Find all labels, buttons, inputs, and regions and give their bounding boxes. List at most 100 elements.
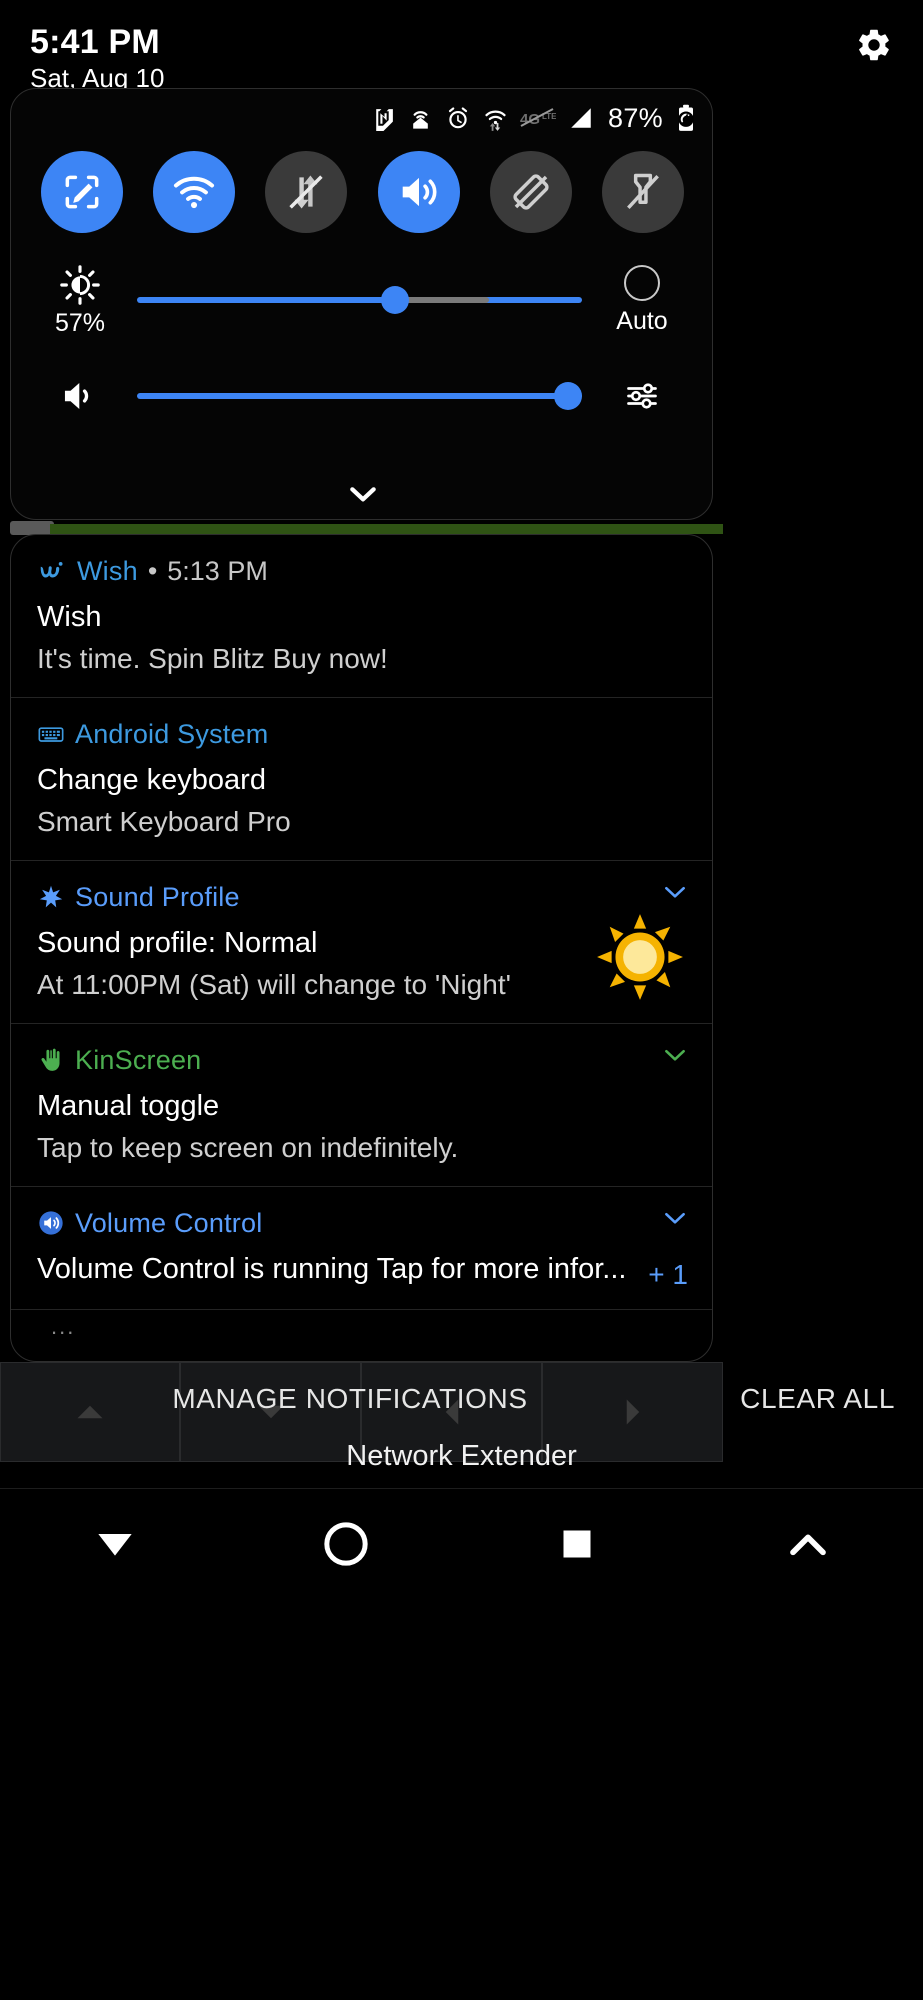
brightness-slider[interactable]: [137, 280, 582, 320]
notification-group-count[interactable]: + 1: [648, 1259, 688, 1291]
chevron-down-icon: [665, 886, 685, 898]
notification-expand-button[interactable]: [662, 1209, 688, 1232]
notification-body: At 11:00PM (Sat) will change to 'Night': [37, 969, 511, 1000]
sound-profile-star-icon: [39, 885, 63, 908]
notification-separator: •: [147, 555, 158, 586]
data-off-icon: [289, 175, 324, 209]
notification-body: Smart Keyboard Pro: [37, 806, 291, 837]
quick-settings-toggles: [11, 151, 712, 233]
notification-body: It's time. Spin Blitz Buy now!: [37, 643, 388, 674]
clear-all-button[interactable]: CLEAR ALL: [740, 1383, 895, 1415]
brightness-track-remainder: [395, 297, 489, 303]
volume-slider-row: [11, 353, 712, 439]
navigation-bar: [0, 1488, 923, 2000]
nav-recents-button[interactable]: [522, 1504, 632, 1584]
sound-toggle[interactable]: [377, 151, 460, 233]
notification-item-sound-profile[interactable]: Sound Profile Sound profile: Normal At 1…: [11, 861, 712, 1024]
notification-app-name: Volume Control: [75, 1207, 263, 1238]
wifi-icon: [174, 176, 215, 209]
brightness-icon: [60, 265, 100, 305]
chevron-down-icon: [665, 1212, 685, 1224]
shade-drag-handle[interactable]: [10, 521, 54, 535]
notification-item-android-system[interactable]: Android System Change keyboard Smart Key…: [11, 698, 712, 861]
brightness-slider-row: 57% Auto: [11, 257, 712, 343]
speaker-icon: [64, 383, 89, 409]
clock-time: 5:41 PM: [30, 23, 160, 61]
notification-app-name: Android System: [75, 718, 269, 749]
nav-home-button[interactable]: [291, 1504, 401, 1584]
notification-header: Sound Profile: [37, 879, 686, 915]
smart-home-icon: [407, 105, 434, 132]
notification-title: Change keyboard: [37, 764, 266, 796]
notification-header: KinScreen: [37, 1042, 686, 1078]
flashlight-off-icon: [626, 173, 659, 209]
brightness-track: [137, 297, 582, 303]
notification-item-wish[interactable]: Wish • 5:13 PM Wish It's time. Spin Blit…: [11, 535, 712, 698]
notification-title: Volume Control is running Tap for more i…: [37, 1253, 627, 1285]
volume-icon-group[interactable]: [37, 375, 123, 417]
alarm-icon: [445, 105, 471, 131]
notification-body: Tap to keep screen on indefinitely.: [37, 1132, 459, 1163]
chevron-down-icon: [665, 1049, 685, 1061]
notification-app-name: Sound Profile: [75, 881, 240, 912]
notification-item-kinscreen[interactable]: KinScreen Manual toggle Tap to keep scre…: [11, 1024, 712, 1187]
notification-title: Sound profile: Normal: [37, 927, 318, 959]
notification-large-icon: [594, 911, 686, 1003]
battery-percent-label: 87%: [608, 102, 663, 133]
status-clock-row: 5:41 PM Sat, Aug 10: [0, 0, 923, 100]
notification-header: Android System: [37, 716, 686, 752]
manage-notifications-button[interactable]: MANAGE NOTIFICATIONS: [0, 1383, 700, 1415]
auto-brightness-group[interactable]: Auto: [596, 264, 688, 336]
notification-app-name: KinScreen: [75, 1044, 202, 1075]
nfc-icon: [371, 106, 396, 131]
square-icon: [563, 1530, 591, 1558]
rotate-locked-icon: [513, 174, 549, 210]
volume-control-icon: [39, 1211, 63, 1235]
capture-pen-icon: [65, 175, 99, 209]
volume-slider[interactable]: [137, 376, 582, 416]
wish-logo-icon: [40, 562, 63, 578]
quick-settings-panel: 4G LTE 87% 57% Auto: [10, 88, 713, 520]
volume-settings-group[interactable]: [596, 378, 688, 414]
4g-lte-disabled-icon: 4G LTE: [520, 106, 556, 130]
sliders-icon: [627, 383, 657, 409]
notification-title: Manual toggle: [37, 1090, 220, 1122]
notification-item-volume-control[interactable]: Volume Control Volume Control is running…: [11, 1187, 712, 1310]
keyboard-icon: [38, 727, 64, 742]
chevron-up-icon: [789, 1534, 826, 1556]
notification-title: Wish: [37, 601, 102, 633]
brightness-value-label: 57%: [54, 309, 106, 337]
flashlight-toggle[interactable]: [601, 151, 684, 233]
auto-rotate-toggle[interactable]: [489, 151, 572, 233]
notification-header: Volume Control: [37, 1205, 686, 1241]
settings-gear-button[interactable]: [851, 22, 897, 68]
volume-track: [137, 393, 582, 399]
sun-icon: [597, 914, 683, 1000]
shade-overflow-indicator: ...: [51, 1314, 76, 1339]
mobile-data-toggle[interactable]: [265, 151, 348, 233]
circle-icon: [324, 1522, 368, 1566]
status-bar-icons: 4G LTE 87%: [371, 101, 696, 135]
volume-on-icon: [402, 177, 437, 207]
brightness-thumb[interactable]: [381, 286, 410, 314]
wifi-transfer-icon: [482, 105, 509, 132]
background-app-label: Network Extender: [346, 1440, 577, 1472]
kinscreen-hand-icon: [41, 1048, 60, 1071]
brightness-label-group: 57%: [37, 264, 123, 336]
shade-footer-actions: MANAGE NOTIFICATIONS CLEAR ALL: [0, 1372, 923, 1426]
auto-brightness-toggle[interactable]: [624, 264, 660, 301]
notification-expand-button[interactable]: [662, 883, 688, 906]
gear-icon: [859, 29, 889, 61]
nav-down-button[interactable]: [60, 1504, 170, 1584]
screenshot-markup-toggle[interactable]: [41, 151, 123, 233]
wifi-toggle[interactable]: [153, 151, 236, 233]
notification-header: Wish • 5:13 PM: [37, 553, 686, 589]
nav-up-button[interactable]: [753, 1504, 863, 1584]
signal-bars-icon: [567, 105, 595, 131]
auto-brightness-label: Auto: [616, 306, 668, 335]
quick-settings-expand-button[interactable]: [11, 483, 712, 505]
notification-expand-button[interactable]: [662, 1046, 688, 1069]
battery-charging-icon: [676, 104, 696, 132]
chevron-down-icon: [349, 487, 376, 502]
volume-thumb[interactable]: [554, 382, 582, 410]
